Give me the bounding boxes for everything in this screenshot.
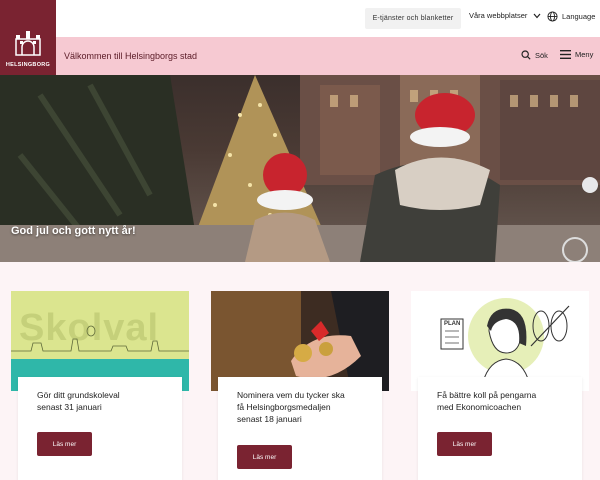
card-image-medal	[211, 291, 389, 391]
card-title-ekonomicoach[interactable]: Få bättre koll på pengarna med Ekonomico…	[437, 389, 587, 413]
read-more-button[interactable]: Läs mer	[437, 432, 492, 456]
search-button[interactable]: Sök	[521, 50, 548, 60]
card-title-skolval[interactable]: Gör ditt grundskoleval senast 31 januari	[37, 389, 187, 413]
card-title-line: senast 31 januari	[37, 402, 102, 412]
search-icon	[521, 50, 531, 60]
coach-illustration	[440, 298, 570, 391]
card-title-line: senast 18 januari	[237, 414, 302, 424]
city-logo[interactable]: HELSINGBORG	[0, 0, 56, 75]
card-image-skolval: Skolval	[11, 291, 189, 391]
card-title-line: få Helsingborgsmedaljen	[237, 402, 331, 412]
webplaces-label: Våra webbplatser	[469, 11, 528, 20]
plan-word: PLAN	[444, 321, 461, 327]
chevron-down-icon	[533, 13, 541, 18]
card-title-line: Gör ditt grundskoleval	[37, 390, 120, 400]
menu-label: Meny	[575, 50, 594, 59]
language-button[interactable]: Language	[547, 11, 595, 22]
card-title-line: med Ekonomicoachen	[437, 402, 522, 412]
card-title-line: Nominera vem du tycker ska	[237, 390, 345, 400]
castle-crest-icon	[15, 31, 41, 56]
hero-title: God jul och gott nytt år!	[11, 225, 136, 237]
card-title-medal[interactable]: Nominera vem du tycker ska få Helsingbor…	[237, 389, 387, 425]
search-label: Sök	[535, 50, 548, 60]
language-label: Language	[562, 12, 596, 21]
card-image-ekonomicoach: PLAN	[411, 291, 589, 391]
medal-hand-photo	[211, 291, 389, 391]
menu-button[interactable]: Meny	[560, 50, 593, 59]
webplaces-dropdown[interactable]: Våra webbplatser	[469, 11, 541, 20]
skyline-illustration	[11, 325, 189, 391]
eservices-button[interactable]: E-tjänster och blanketter	[365, 8, 461, 29]
hamburger-icon	[560, 50, 571, 59]
welcome-link[interactable]: Välkommen till Helsingborgs stad	[64, 51, 197, 61]
read-more-button[interactable]: Läs mer	[237, 445, 292, 469]
read-more-button[interactable]: Läs mer	[37, 432, 92, 456]
card-title-line: Få bättre koll på pengarna	[437, 390, 537, 400]
logo-text: HELSINGBORG	[5, 62, 51, 68]
globe-icon	[547, 11, 558, 22]
